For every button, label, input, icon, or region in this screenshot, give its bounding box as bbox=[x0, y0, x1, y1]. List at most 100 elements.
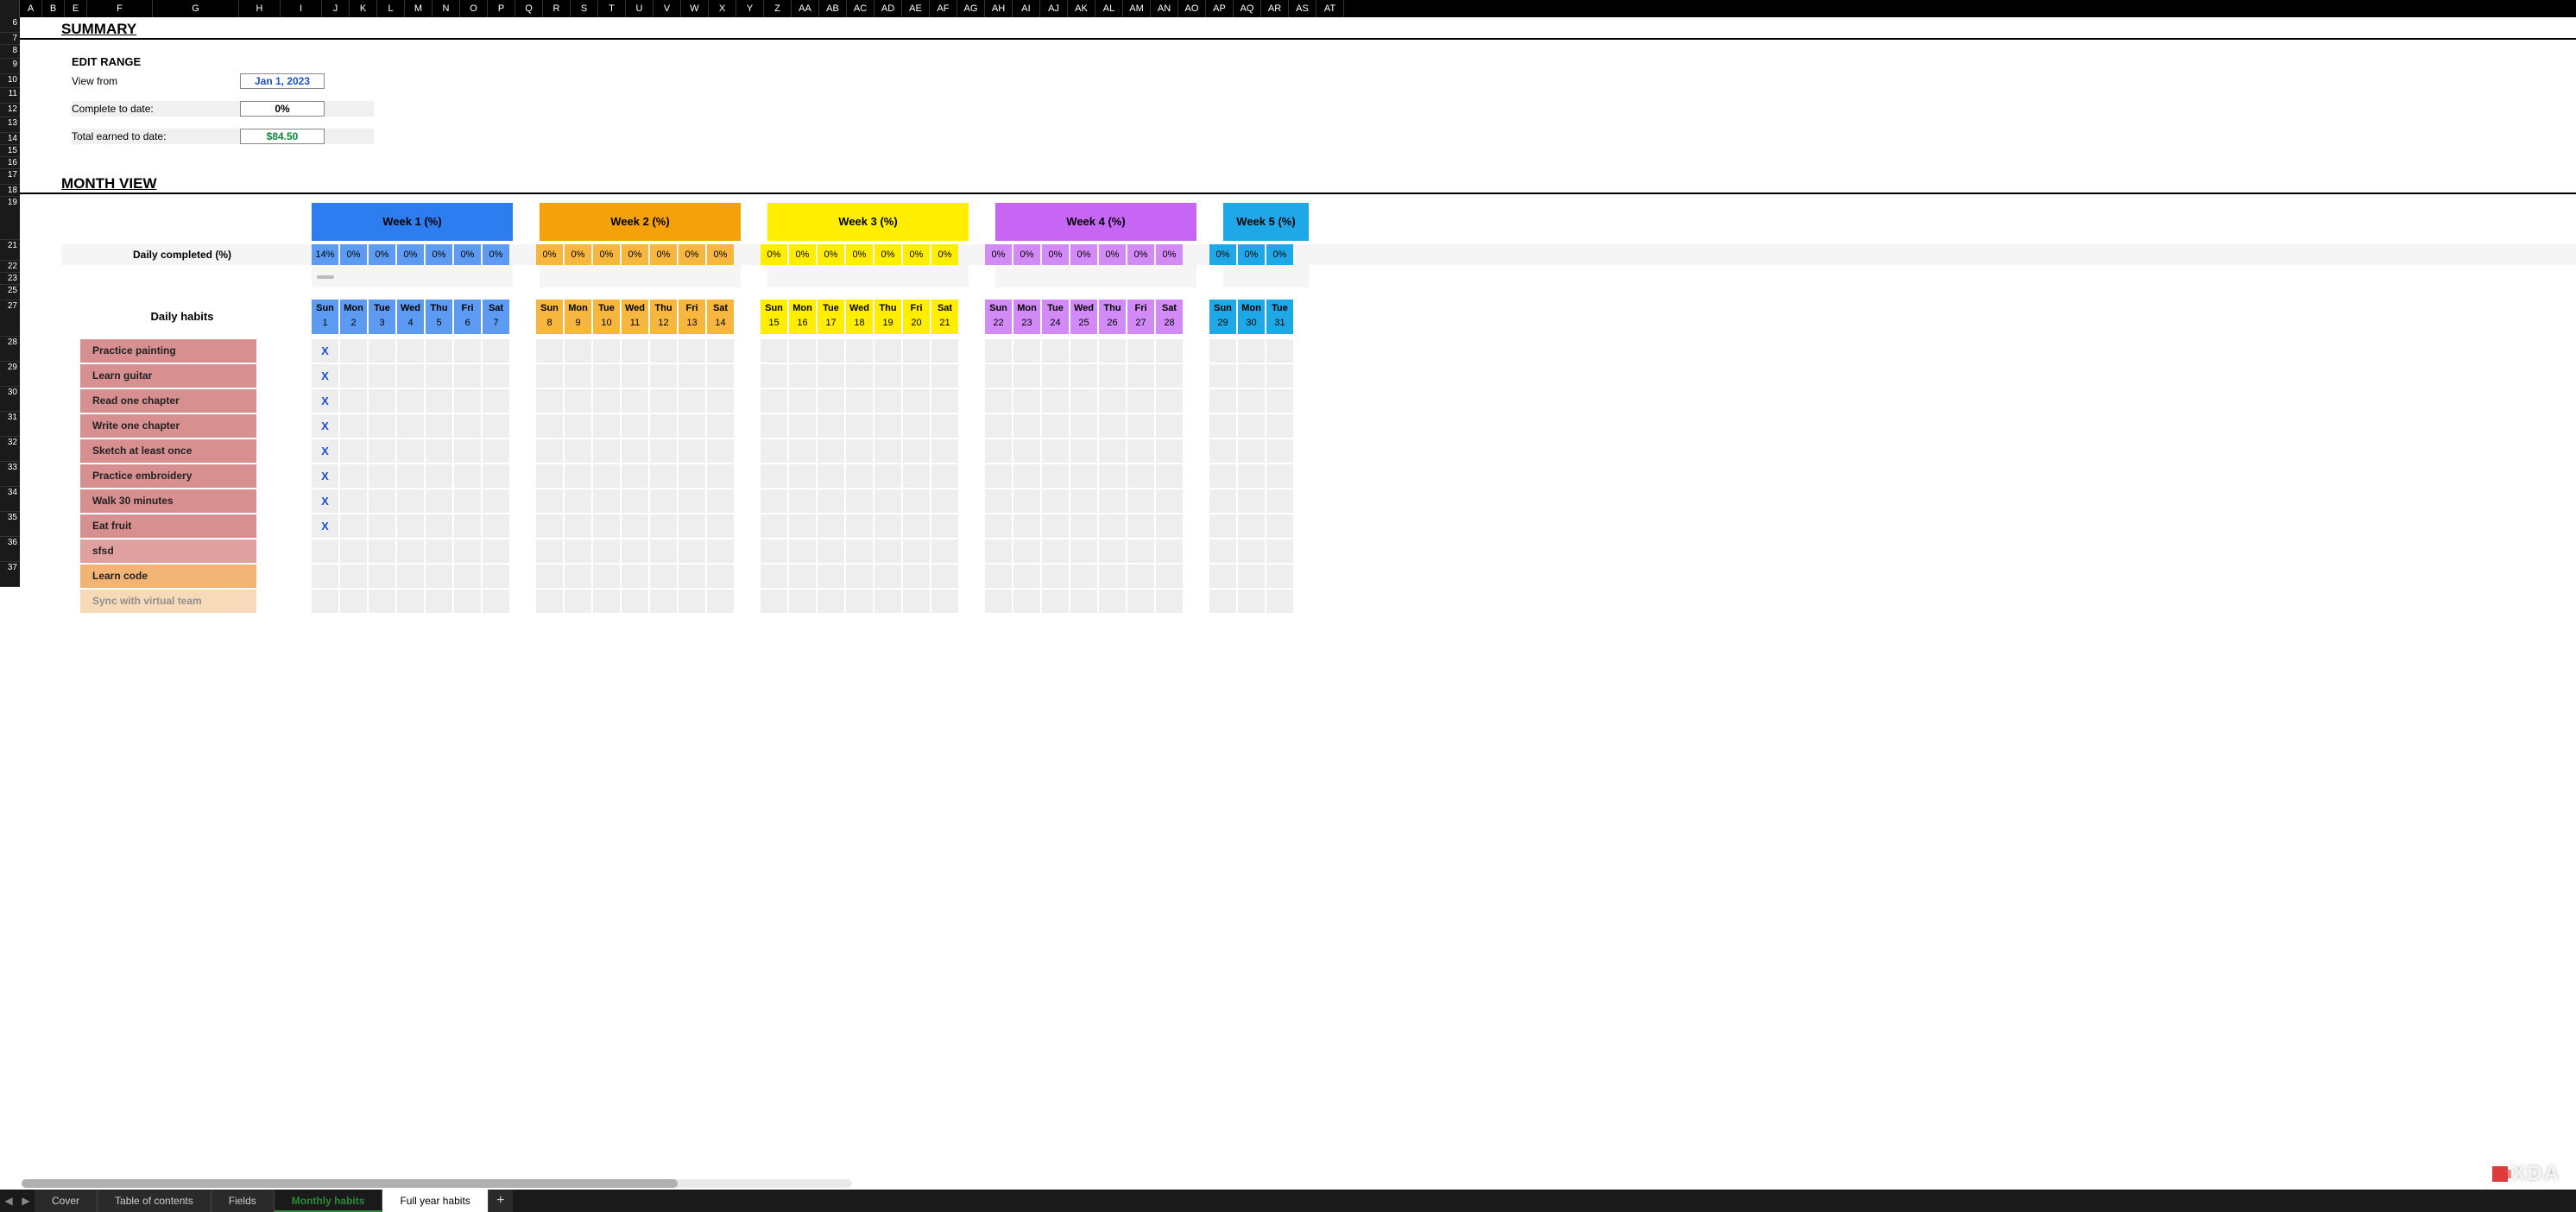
habit-cell[interactable] bbox=[903, 389, 930, 413]
row-header[interactable]: 30 bbox=[0, 387, 20, 412]
habit-cell[interactable] bbox=[1070, 464, 1097, 488]
habit-cell[interactable] bbox=[369, 540, 395, 563]
habit-cell[interactable] bbox=[340, 414, 367, 438]
habit-cell[interactable] bbox=[397, 339, 424, 363]
habit-cell[interactable] bbox=[1238, 489, 1265, 513]
column-header[interactable]: V bbox=[653, 0, 681, 17]
habit-cell[interactable] bbox=[397, 464, 424, 488]
pct-cell[interactable]: 0% bbox=[1070, 244, 1097, 265]
habit-cell[interactable] bbox=[818, 540, 844, 563]
row-header[interactable]: 15 bbox=[0, 145, 20, 157]
habit-cell[interactable] bbox=[565, 364, 591, 388]
row-header[interactable]: 7 bbox=[0, 33, 20, 45]
day-header-cell[interactable]: Sun22 bbox=[985, 300, 1012, 334]
habit-cell[interactable] bbox=[1209, 565, 1236, 588]
habit-cell[interactable] bbox=[985, 590, 1012, 613]
habit-cell[interactable] bbox=[1266, 389, 1293, 413]
habit-cell[interactable] bbox=[622, 540, 648, 563]
habit-cell[interactable] bbox=[1156, 339, 1183, 363]
row-header[interactable]: 18 bbox=[0, 185, 20, 197]
day-header-cell[interactable]: Mon16 bbox=[789, 300, 816, 334]
column-header[interactable]: AP bbox=[1206, 0, 1234, 17]
row-header[interactable]: 11 bbox=[0, 88, 20, 104]
habit-cell[interactable] bbox=[1042, 439, 1069, 463]
habit-cell[interactable] bbox=[536, 364, 563, 388]
habit-cell[interactable] bbox=[707, 590, 734, 613]
habit-cell[interactable] bbox=[426, 464, 452, 488]
habit-label[interactable]: Learn guitar bbox=[80, 364, 256, 388]
habit-cell[interactable] bbox=[1266, 514, 1293, 538]
habit-cell[interactable] bbox=[369, 514, 395, 538]
column-header[interactable]: Y bbox=[736, 0, 764, 17]
column-header[interactable]: H bbox=[239, 0, 281, 17]
habit-cell[interactable] bbox=[985, 439, 1012, 463]
habit-cell[interactable] bbox=[707, 464, 734, 488]
habit-cell[interactable] bbox=[397, 439, 424, 463]
habit-cell[interactable]: X bbox=[312, 414, 338, 438]
habit-label[interactable]: Eat fruit bbox=[80, 514, 256, 538]
habit-label[interactable]: Sync with virtual team bbox=[80, 590, 256, 613]
horizontal-scrollbar[interactable] bbox=[22, 1179, 852, 1188]
habit-cell[interactable] bbox=[846, 565, 873, 588]
habit-cell[interactable] bbox=[818, 339, 844, 363]
habit-cell[interactable] bbox=[340, 464, 367, 488]
habit-cell[interactable] bbox=[931, 389, 958, 413]
habit-cell[interactable] bbox=[818, 364, 844, 388]
habit-cell[interactable] bbox=[1209, 439, 1236, 463]
habit-cell[interactable] bbox=[679, 489, 705, 513]
habit-cell[interactable] bbox=[1266, 590, 1293, 613]
habit-cell[interactable] bbox=[1099, 565, 1126, 588]
habit-cell[interactable] bbox=[369, 489, 395, 513]
habit-cell[interactable] bbox=[1238, 590, 1265, 613]
pct-cell[interactable]: 0% bbox=[1042, 244, 1069, 265]
habit-cell[interactable] bbox=[1156, 489, 1183, 513]
day-header-cell[interactable]: Thu12 bbox=[650, 300, 677, 334]
habit-cell[interactable] bbox=[483, 364, 509, 388]
habit-cell[interactable] bbox=[789, 540, 816, 563]
habit-cell[interactable] bbox=[650, 339, 677, 363]
tab-prev-button[interactable]: ◀ bbox=[0, 1195, 17, 1207]
pct-cell[interactable]: 0% bbox=[931, 244, 958, 265]
row-header[interactable]: 22 bbox=[0, 261, 20, 273]
habit-cell[interactable] bbox=[1156, 414, 1183, 438]
row-header[interactable]: 31 bbox=[0, 412, 20, 437]
day-header-cell[interactable]: Sun29 bbox=[1209, 300, 1236, 334]
habit-cell[interactable] bbox=[1070, 590, 1097, 613]
habit-cell[interactable] bbox=[565, 439, 591, 463]
column-header[interactable]: L bbox=[377, 0, 405, 17]
day-header-cell[interactable]: Sat21 bbox=[931, 300, 958, 334]
habit-cell[interactable] bbox=[1156, 514, 1183, 538]
habit-cell[interactable] bbox=[1156, 364, 1183, 388]
pct-cell[interactable]: 0% bbox=[593, 244, 620, 265]
habit-cell[interactable] bbox=[1127, 590, 1154, 613]
pct-cell[interactable]: 0% bbox=[985, 244, 1012, 265]
day-header-cell[interactable]: Tue31 bbox=[1266, 300, 1293, 334]
habit-cell[interactable] bbox=[1042, 540, 1069, 563]
habit-cell[interactable] bbox=[426, 565, 452, 588]
sheet-tab[interactable]: Fields bbox=[212, 1190, 275, 1212]
habit-cell[interactable] bbox=[622, 439, 648, 463]
habit-cell[interactable] bbox=[761, 414, 787, 438]
habit-cell[interactable] bbox=[818, 414, 844, 438]
habit-cell[interactable] bbox=[1156, 565, 1183, 588]
pct-cell[interactable]: 0% bbox=[874, 244, 901, 265]
column-header[interactable]: P bbox=[488, 0, 515, 17]
habit-cell[interactable] bbox=[593, 414, 620, 438]
habit-cell[interactable] bbox=[312, 540, 338, 563]
select-all-corner[interactable] bbox=[0, 0, 20, 17]
column-header[interactable]: AL bbox=[1095, 0, 1123, 17]
habit-cell[interactable] bbox=[1266, 540, 1293, 563]
habit-cell[interactable] bbox=[679, 514, 705, 538]
habit-cell[interactable] bbox=[679, 565, 705, 588]
row-header[interactable]: 8 bbox=[0, 45, 20, 59]
pct-cell[interactable]: 14% bbox=[312, 244, 338, 265]
habit-cell[interactable] bbox=[707, 439, 734, 463]
habit-cell[interactable] bbox=[565, 339, 591, 363]
habit-cell[interactable] bbox=[340, 339, 367, 363]
habit-cell[interactable] bbox=[818, 590, 844, 613]
habit-cell[interactable] bbox=[454, 414, 481, 438]
habit-cell[interactable] bbox=[622, 364, 648, 388]
habit-cell[interactable] bbox=[985, 389, 1012, 413]
habit-cell[interactable] bbox=[565, 464, 591, 488]
habit-cell[interactable] bbox=[707, 565, 734, 588]
